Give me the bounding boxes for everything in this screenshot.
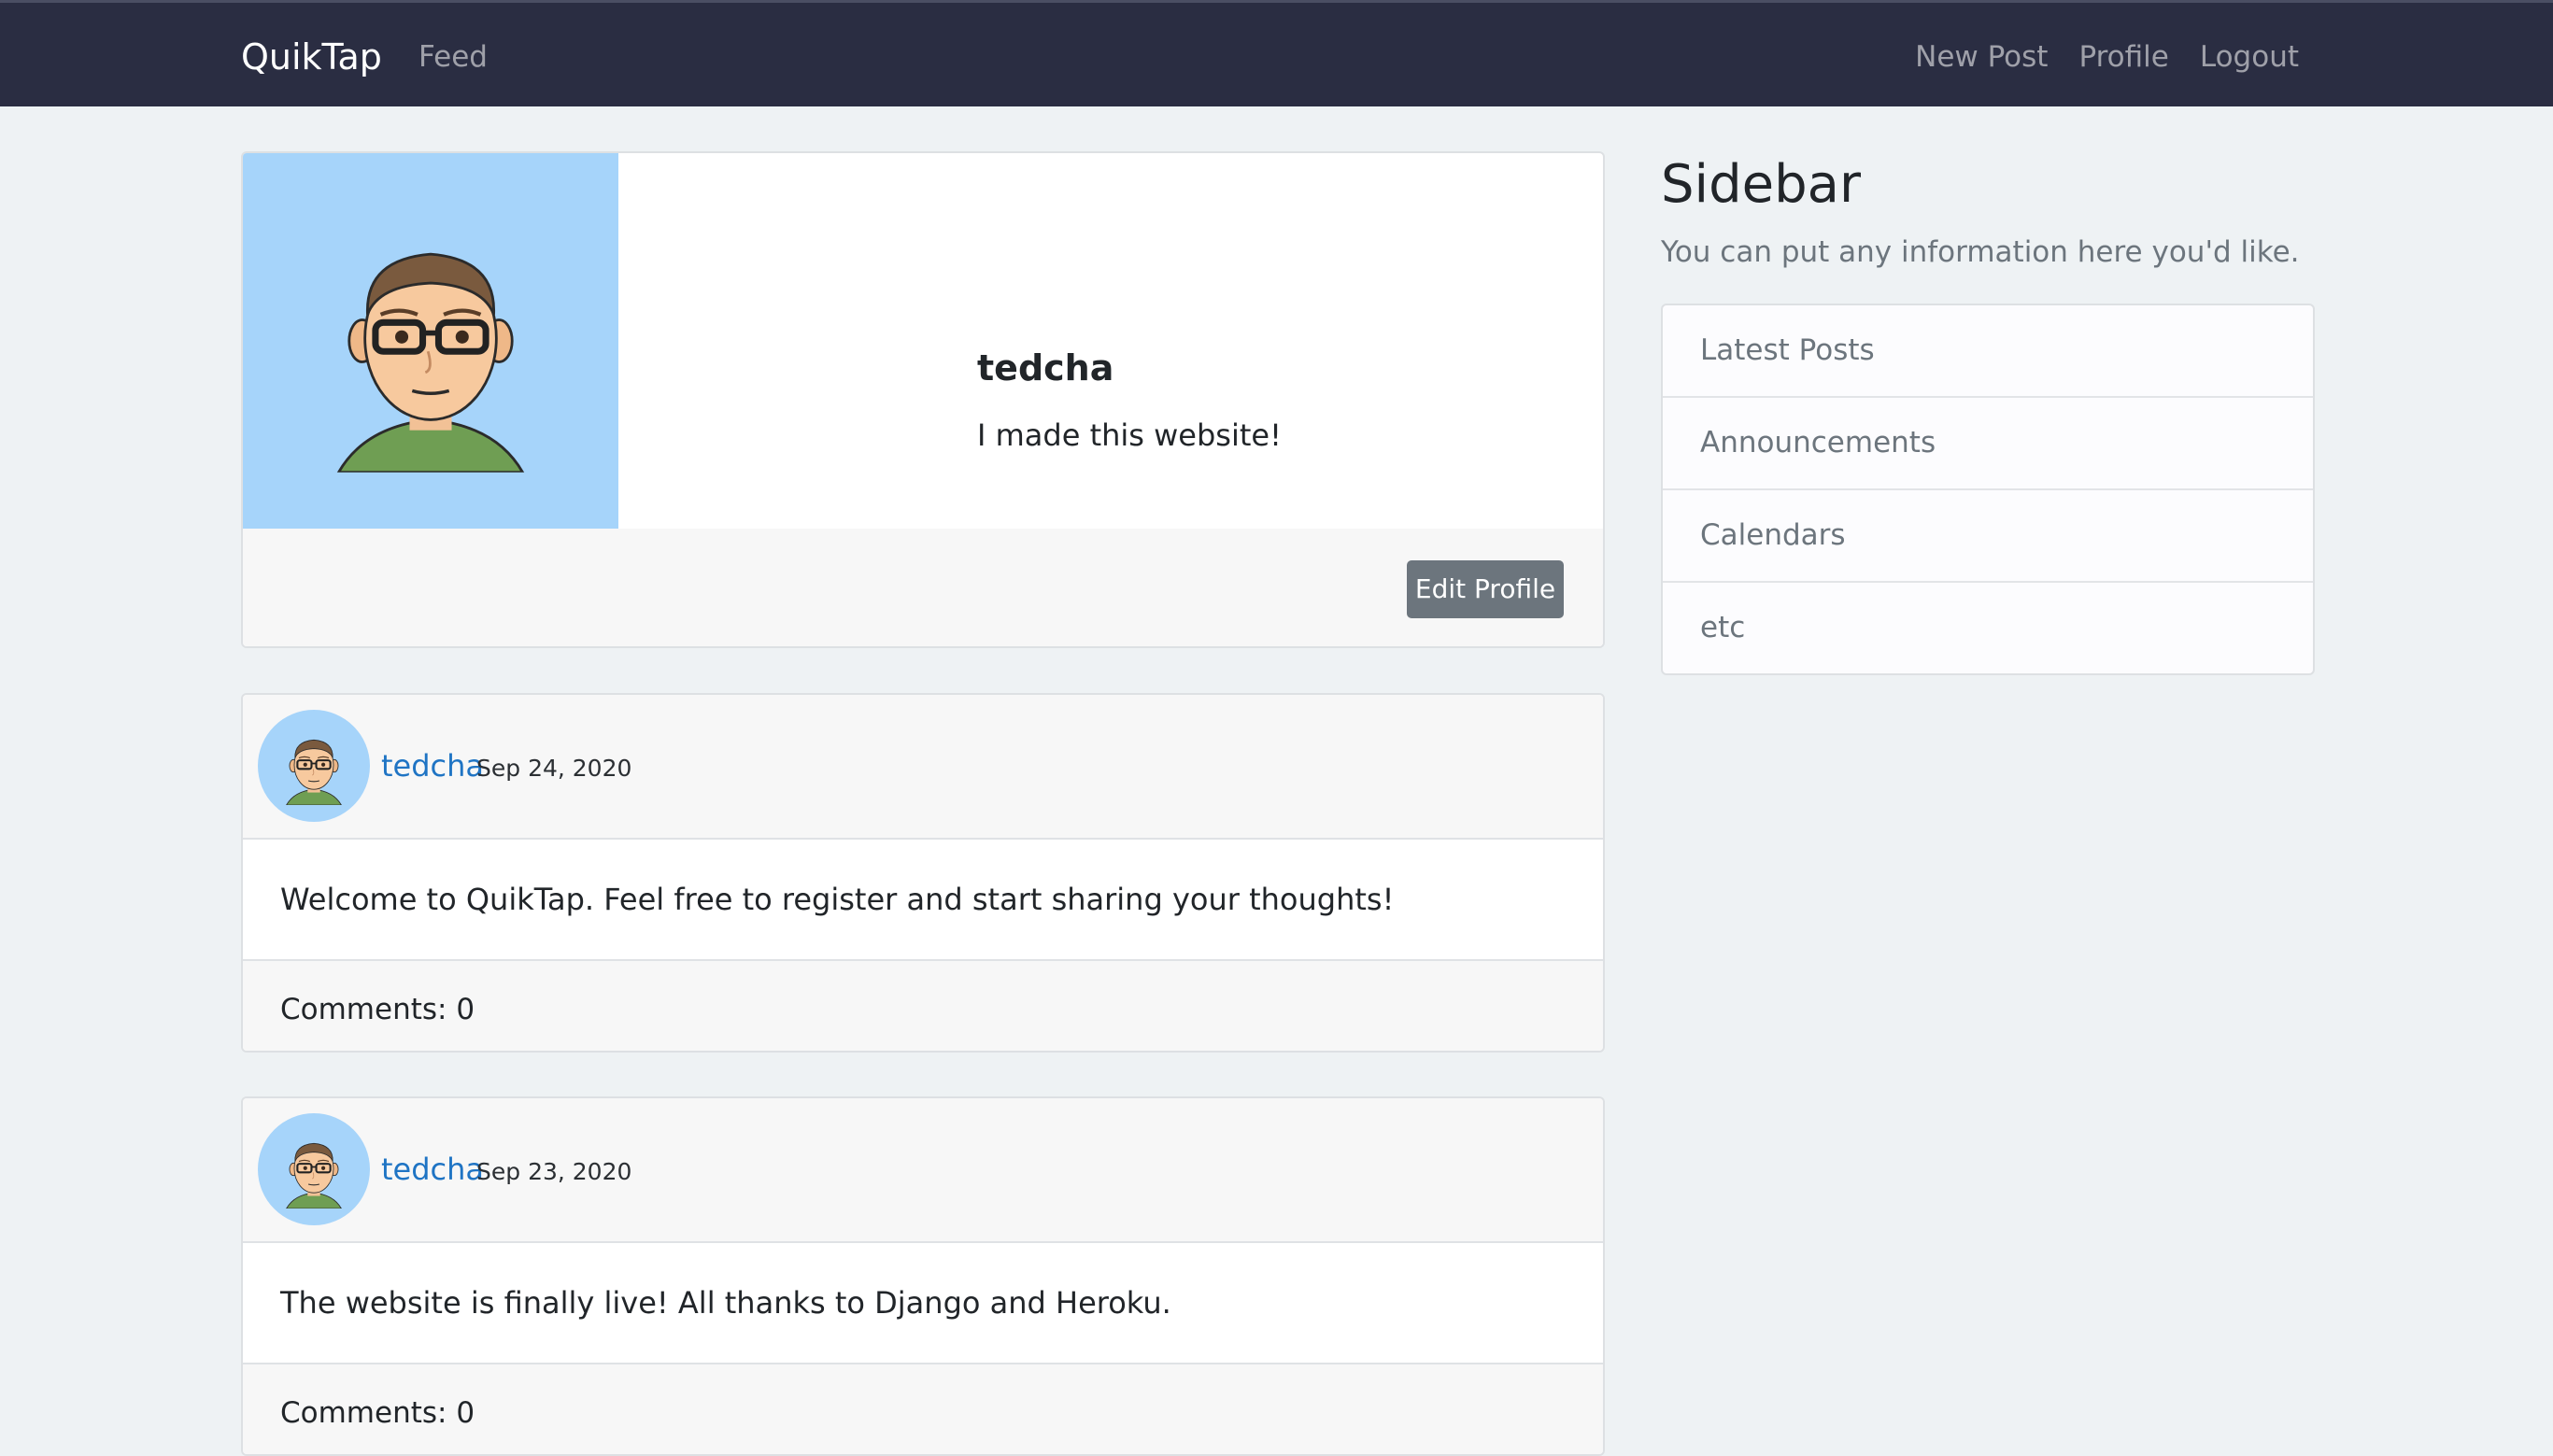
profile-bio: I made this website! (977, 417, 1282, 453)
post-body: The website is finally live! All thanks … (243, 1243, 1603, 1364)
nav-new-post[interactable]: New Post (1915, 36, 2048, 78)
post-header: tedcha Sep 23, 2020 (243, 1098, 1603, 1243)
sidebar-item-calendars[interactable]: Calendars (1663, 490, 2313, 583)
sidebar-list: Latest Posts Announcements Calendars etc (1661, 304, 2315, 675)
post-card: tedcha Sep 24, 2020 Welcome to QuikTap. … (241, 693, 1605, 1053)
nav-logout[interactable]: Logout (2200, 36, 2299, 78)
avatar-icon (258, 710, 370, 822)
post-content: The website is finally live! All thanks … (280, 1285, 1171, 1321)
sidebar-item-latest-posts[interactable]: Latest Posts (1663, 305, 2313, 398)
post-author-link[interactable]: tedcha (381, 1149, 484, 1190)
post-footer: Comments: 0 (243, 1364, 1603, 1454)
profile-avatar (243, 153, 618, 529)
post-avatar (258, 1113, 370, 1225)
profile-card: tedcha I made this website! Edit Profile (241, 151, 1605, 648)
sidebar-subtitle: You can put any information here you'd l… (1661, 235, 2300, 269)
sidebar-item-announcements[interactable]: Announcements (1663, 398, 2313, 490)
sidebar-title: Sidebar (1661, 154, 1861, 215)
navbar: QuikTap Feed New Post Profile Logout (0, 0, 2553, 106)
post-avatar (258, 710, 370, 822)
post-content: Welcome to QuikTap. Feel free to registe… (280, 882, 1395, 917)
avatar-icon (243, 153, 618, 529)
post-header: tedcha Sep 24, 2020 (243, 695, 1603, 840)
post-date: Sep 23, 2020 (476, 1158, 632, 1185)
nav-profile[interactable]: Profile (2078, 36, 2168, 78)
post-footer: Comments: 0 (243, 961, 1603, 1051)
sidebar-item-label: Announcements (1700, 426, 1936, 459)
sidebar-item-label: Latest Posts (1700, 333, 1875, 367)
post-date: Sep 24, 2020 (476, 755, 632, 782)
post-card: tedcha Sep 23, 2020 The website is final… (241, 1096, 1605, 1456)
nav-feed[interactable]: Feed (418, 36, 488, 78)
post-comments-count[interactable]: Comments: 0 (280, 989, 475, 1030)
post-comments-count[interactable]: Comments: 0 (280, 1392, 475, 1434)
edit-profile-button[interactable]: Edit Profile (1407, 560, 1564, 618)
nav-right-group: New Post Profile Logout (1915, 36, 2299, 78)
sidebar-item-label: Calendars (1700, 518, 1846, 552)
post-body: Welcome to QuikTap. Feel free to registe… (243, 840, 1603, 961)
profile-username: tedcha (977, 347, 1114, 389)
profile-footer: Edit Profile (243, 529, 1603, 646)
post-author-link[interactable]: tedcha (381, 745, 484, 786)
profile-header: tedcha I made this website! (243, 153, 1603, 530)
brand-logo[interactable]: QuikTap (241, 34, 382, 80)
sidebar-item-etc[interactable]: etc (1663, 583, 2313, 673)
sidebar-item-label: etc (1700, 611, 1746, 644)
avatar-icon (258, 1113, 370, 1225)
